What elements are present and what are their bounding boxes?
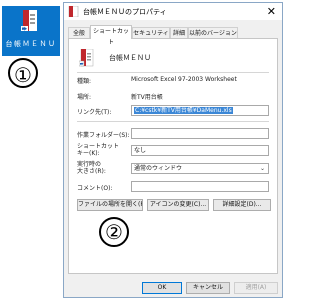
tab-security[interactable]: セキュリティ [132, 27, 170, 38]
divider [77, 72, 269, 73]
tab-shortcut[interactable]: ショートカット [90, 25, 132, 46]
start-in-field[interactable] [131, 128, 269, 139]
tab-general[interactable]: 全般 [68, 27, 90, 38]
comment-label: コメント(O): [77, 185, 113, 192]
location-label: 場所: [77, 94, 92, 101]
ok-button[interactable]: OK [142, 282, 182, 294]
desktop-shortcut[interactable]: 台帳ＭＥＮＵ [2, 6, 60, 56]
run-label: 実行時の 大きさ(R): [77, 161, 106, 175]
target-field[interactable]: C:¥cstk¥新TV用台帳¥DaMenu.xls [131, 105, 269, 116]
run-value: 通常のウィンドウ [134, 165, 183, 172]
target-value: C:¥cstk¥新TV用台帳¥DaMenu.xls [134, 107, 233, 114]
divider [77, 121, 269, 122]
change-icon-button[interactable]: アイコンの変更(C)... [147, 199, 209, 211]
tab-previous-versions[interactable]: 以前のバージョン [188, 27, 238, 38]
target-label: リンク先(T): [77, 109, 112, 116]
type-value: Microsoft Excel 97-2003 Worksheet [131, 76, 237, 83]
advanced-button[interactable]: 詳細設定(D)... [213, 199, 271, 211]
title-bar[interactable]: 台帳ＭＥＮＵのプロパティ ✕ [64, 3, 282, 20]
properties-window: 台帳ＭＥＮＵのプロパティ ✕ 全般 ショートカット セキュリティ 詳細 以前のバ… [63, 2, 283, 298]
shortcut-panel: 台帳ＭＥＮＵ 種類: Microsoft Excel 97-2003 Works… [68, 38, 278, 274]
cancel-button[interactable]: キャンセル [186, 282, 230, 294]
tab-details[interactable]: 詳細 [170, 27, 188, 38]
type-label: 種類: [77, 78, 92, 85]
shortcut-label: 台帳ＭＥＮＵ [5, 40, 57, 48]
start-in-label: 作業フォルダー(S): [77, 132, 130, 139]
run-dropdown[interactable]: 通常のウィンドウ ⌄ [131, 163, 269, 174]
comment-field[interactable] [131, 181, 269, 192]
excel-file-icon [21, 10, 37, 31]
location-value: 新TV用台帳 [131, 94, 163, 101]
open-file-location-button[interactable]: ファイルの場所を開く(F) [77, 199, 143, 211]
excel-file-icon [79, 49, 94, 67]
close-icon[interactable]: ✕ [267, 4, 276, 19]
excel-title-icon [68, 6, 79, 17]
shortcut-key-label: ショートカット キー(K): [77, 143, 120, 157]
callout-number-1: ① [8, 58, 38, 88]
tab-strip: 全般 ショートカット セキュリティ 詳細 以前のバージョン [64, 25, 282, 46]
callout-number-2: ② [99, 217, 129, 247]
apply-button[interactable]: 適用(A) [234, 282, 278, 294]
shortcut-name: 台帳ＭＥＮＵ [109, 54, 151, 62]
chevron-down-icon: ⌄ [259, 165, 265, 172]
shortcut-key-field[interactable]: なし [131, 145, 269, 156]
window-title: 台帳ＭＥＮＵのプロパティ [83, 8, 167, 16]
